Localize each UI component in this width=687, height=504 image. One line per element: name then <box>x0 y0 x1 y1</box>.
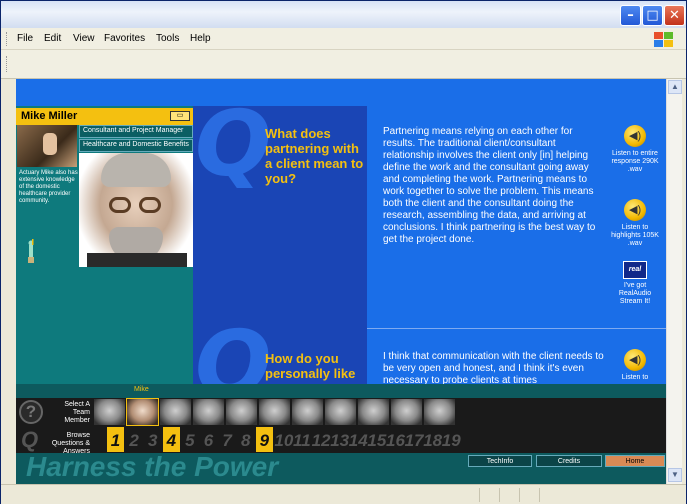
profile-bio: Actuary Mike also has extensive knowledg… <box>19 170 78 204</box>
team-member-face-selected[interactable] <box>126 398 159 426</box>
close-button[interactable]: ✕ <box>664 5 685 26</box>
profile-name: Mike Miller <box>21 110 78 122</box>
question-number-8[interactable]: 8 <box>237 427 254 452</box>
question-number-14[interactable]: 14 <box>349 427 368 452</box>
profile-role: Consultant and Project Manager <box>83 127 184 134</box>
question-panel-2: Q How do you personally like <box>193 320 367 410</box>
home-button[interactable]: Home <box>605 455 665 467</box>
questions-q-icon: Q <box>21 427 39 452</box>
play-highlights-speaker-icon[interactable]: ◀) <box>624 199 646 221</box>
answer-panel: Partnering means relying on each other f… <box>367 106 666 386</box>
question-number-4[interactable]: 4 <box>162 427 180 452</box>
status-segment <box>519 488 539 502</box>
selected-member-name: Mike <box>134 386 149 393</box>
team-member-row: ? Select A Team Member <box>16 398 666 426</box>
menu-help[interactable]: Help <box>190 33 211 44</box>
question-number-5[interactable]: 5 <box>181 427 198 452</box>
help-icon[interactable]: ? <box>19 400 43 424</box>
practice-box: Healthcare and Domestic Benefits <box>79 139 193 152</box>
listen-entire-link[interactable]: Listen to entire response 290K .wav <box>610 150 660 174</box>
toolbar <box>1 50 686 79</box>
slogan: Harness the Power <box>26 453 279 482</box>
team-member-face[interactable] <box>160 399 191 425</box>
menu-edit[interactable]: Edit <box>44 33 61 44</box>
top-band <box>16 79 666 106</box>
question-number-19[interactable]: 19 <box>442 427 461 452</box>
question-number-1[interactable]: 1 <box>107 427 124 452</box>
listen-link-2[interactable]: Listen to <box>610 374 660 382</box>
team-member-face[interactable] <box>259 399 290 425</box>
realaudio-logo-icon[interactable]: real <box>623 261 647 279</box>
techinfo-button[interactable]: TechInfo <box>468 455 532 467</box>
title-bar: – □ ✕ <box>1 1 686 28</box>
team-member-face[interactable] <box>391 399 422 425</box>
browser-window: – □ ✕ File Edit View Favorites Tools Hel… <box>0 0 687 504</box>
status-segment <box>499 488 519 502</box>
scroll-down-icon[interactable]: ▼ <box>668 468 682 482</box>
menu-bar: File Edit View Favorites Tools Help <box>1 28 686 50</box>
menu-file[interactable]: File <box>17 33 33 44</box>
question-number-15[interactable]: 15 <box>367 427 386 452</box>
team-member-face[interactable] <box>94 399 125 425</box>
answer-1-text: Partnering means relying on each other f… <box>383 126 596 245</box>
play-entire-speaker-icon[interactable]: ◀) <box>624 125 646 147</box>
question-number-7[interactable]: 7 <box>219 427 236 452</box>
team-member-face[interactable] <box>226 399 257 425</box>
question-number-17[interactable]: 17 <box>405 427 424 452</box>
status-segment <box>479 488 499 502</box>
listen-highlights-link[interactable]: Listen to highlights 105K .wav <box>610 224 660 248</box>
question-1-text: What does partnering with a client mean … <box>265 126 364 186</box>
toolbar-grip[interactable] <box>6 56 9 72</box>
question-panel-1: Q What does partnering with a client mea… <box>193 100 367 329</box>
status-bar <box>1 484 686 504</box>
menu-grip[interactable] <box>6 32 9 46</box>
maximize-button[interactable]: □ <box>642 5 663 26</box>
question-number-18[interactable]: 18 <box>423 427 442 452</box>
question-number-9[interactable]: 9 <box>255 427 273 452</box>
play-entire-speaker-icon-2[interactable]: ◀) <box>624 349 646 371</box>
questions-row: Q Browse Questions & Answers 1 2 3 4 5 6 7 8 9 10… <box>16 426 666 455</box>
menu-view[interactable]: View <box>73 33 95 44</box>
profile-panel: Mike Miller ▭ Consultant and Project Man… <box>16 106 193 384</box>
statue-icon <box>28 239 34 263</box>
question-number-12[interactable]: 12 <box>312 427 331 452</box>
team-member-face[interactable] <box>424 399 455 425</box>
team-member-face[interactable] <box>358 399 389 425</box>
question-number-2[interactable]: 2 <box>126 427 143 452</box>
answer-2-text: I think that communication with the clie… <box>383 351 604 386</box>
minimize-button[interactable]: – <box>620 5 641 26</box>
page-viewport: Mike Miller ▭ Consultant and Project Man… <box>16 79 666 484</box>
name-bar: Mike Miller ▭ <box>16 108 193 125</box>
q-logo-icon: Q <box>195 92 272 197</box>
team-member-face[interactable] <box>193 399 224 425</box>
menu-favorites[interactable]: Favorites <box>104 33 145 44</box>
question-number-10[interactable]: 10 <box>274 427 293 452</box>
question-number-11[interactable]: 11 <box>293 427 311 452</box>
question-number-13[interactable]: 13 <box>330 427 349 452</box>
vertical-scrollbar[interactable]: ▲ ▼ <box>666 79 682 484</box>
scroll-up-icon[interactable]: ▲ <box>668 80 682 94</box>
question-2-text: How do you personally like <box>265 351 356 381</box>
team-member-face[interactable] <box>325 399 356 425</box>
credits-button[interactable]: Credits <box>536 455 602 467</box>
realaudio-stream-link[interactable]: I've got RealAudio Stream It! <box>610 282 660 306</box>
footer-band: Harness the Power TechInfo Credits Home <box>16 453 666 484</box>
question-number-3[interactable]: 3 <box>144 427 161 452</box>
profile-thumbnail-photo <box>17 125 77 167</box>
role-box: Consultant and Project Manager <box>79 125 193 138</box>
windows-logo-icon <box>652 31 674 47</box>
contact-card-icon[interactable]: ▭ <box>170 111 190 121</box>
status-segment <box>539 488 685 502</box>
profile-practice: Healthcare and Domestic Benefits <box>83 141 189 148</box>
answer-divider <box>367 328 666 329</box>
team-member-face[interactable] <box>292 399 323 425</box>
member-name-bar: Mike <box>16 384 666 398</box>
question-number-6[interactable]: 6 <box>200 427 217 452</box>
menu-tools[interactable]: Tools <box>156 33 179 44</box>
question-number-16[interactable]: 16 <box>386 427 405 452</box>
profile-portrait <box>79 153 193 267</box>
team-row-label: Select A Team Member <box>64 401 90 424</box>
